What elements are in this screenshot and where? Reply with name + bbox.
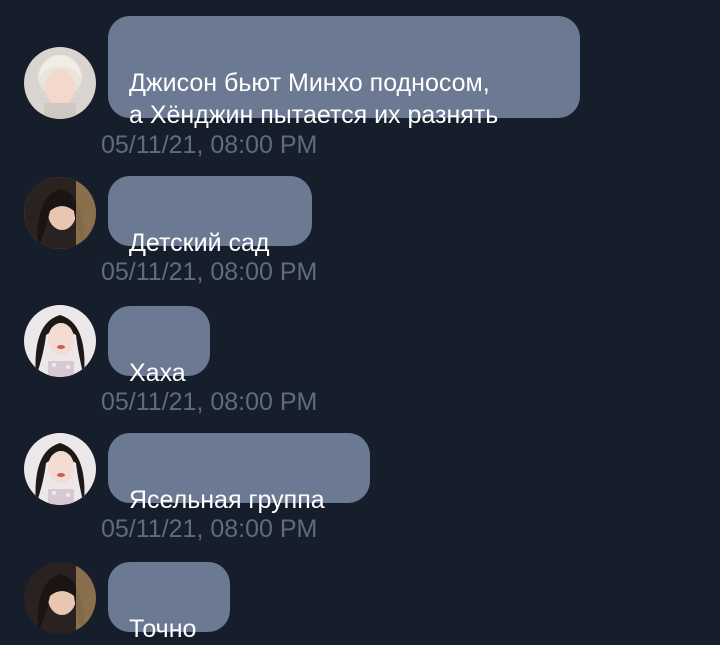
chat-feed: Джисон бьют Минхо подносом, а Хёнджин пы… [0, 0, 720, 644]
message-bubble[interactable]: Точно [108, 562, 230, 643]
message-timestamp: 05/11/21, 08:00 PM [101, 131, 318, 159]
message-bubble[interactable]: Ясельная группа [108, 433, 370, 514]
message-bubble[interactable]: Хаха [108, 306, 210, 387]
message-text: Хаха [129, 359, 186, 387]
message-timestamp: 05/11/21, 08:00 PM [101, 388, 318, 416]
message-bubble[interactable]: Джисон бьют Минхо подносом, а Хёнджин пы… [108, 16, 580, 129]
message-text: Джисон бьют Минхо подносом, а Хёнджин пы… [129, 69, 499, 129]
avatar[interactable] [24, 305, 96, 377]
avatar[interactable] [24, 562, 96, 634]
avatar[interactable] [24, 177, 96, 249]
message-timestamp: 05/11/21, 08:00 PM [101, 258, 318, 286]
avatar[interactable] [24, 433, 96, 505]
message-bubble[interactable]: Детский сад [108, 176, 312, 257]
message-text: Точно [129, 615, 197, 643]
message-timestamp: 05/11/21, 08:00 PM [101, 515, 318, 543]
message-text: Ясельная группа [129, 486, 325, 514]
avatar[interactable] [24, 47, 96, 119]
message-text: Детский сад [129, 229, 270, 257]
